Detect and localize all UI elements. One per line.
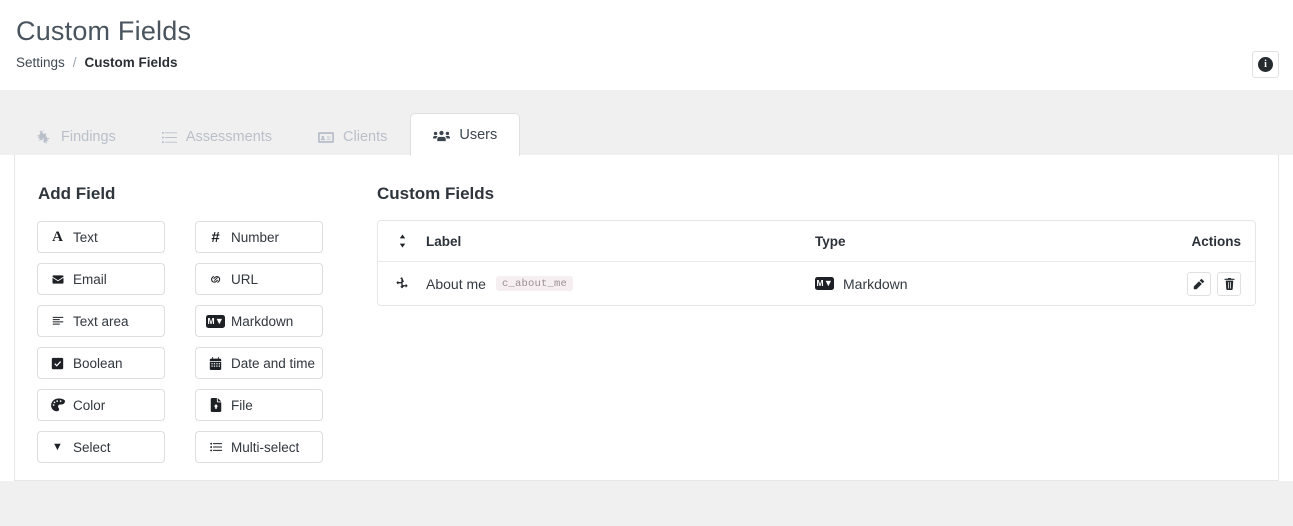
id-card-icon [318, 130, 335, 145]
breadcrumb-settings-link[interactable]: Settings [16, 54, 65, 72]
bug-icon [37, 129, 52, 145]
info-button[interactable]: i [1252, 51, 1279, 78]
envelope-icon [50, 274, 65, 285]
add-field-title: Add Field [38, 184, 116, 203]
table-header-label: Label [426, 233, 462, 249]
link-icon [208, 272, 223, 286]
add-field-select-label: Select [73, 439, 111, 455]
align-left-icon [50, 315, 65, 327]
page-title: Custom Fields [16, 16, 192, 46]
tab-assessments-label: Assessments [185, 128, 273, 145]
breadcrumb: Settings / Custom Fields [16, 54, 1277, 72]
edit-button[interactable] [1187, 271, 1211, 296]
table-cell-actions [1145, 271, 1255, 296]
add-field-markdown-button[interactable]: M ▼ Markdown [195, 305, 323, 337]
table-row: About me c_about_me M ▼ Markdown [378, 262, 1255, 305]
caret-down-icon: ▼ [52, 440, 63, 453]
tab-clients[interactable]: Clients [295, 116, 410, 156]
sort-icon[interactable] [378, 234, 426, 248]
add-field-multiselect-label: Multi-select [231, 439, 300, 455]
add-field-textarea-label: Text area [73, 313, 129, 329]
add-field-boolean-button[interactable]: Boolean [37, 347, 165, 379]
content-card: Add Field A Text # Number Email URL Text… [14, 155, 1279, 481]
add-field-email-button[interactable]: Email [37, 263, 165, 295]
tab-findings[interactable]: Findings [14, 116, 139, 156]
delete-button[interactable] [1217, 271, 1241, 296]
add-field-multiselect-button[interactable]: Multi-select [195, 431, 323, 463]
trash-icon [1223, 277, 1235, 290]
tab-findings-label: Findings [61, 128, 116, 145]
table-cell-label: About me c_about_me [426, 276, 815, 292]
add-field-file-button[interactable]: File [195, 389, 323, 421]
add-field-number-button[interactable]: # Number [195, 221, 323, 253]
users-icon [433, 129, 451, 143]
markdown-icon: M ▼ [815, 277, 834, 290]
page-footer [0, 481, 1293, 526]
tab-clients-label: Clients [343, 128, 388, 145]
add-field-datetime-button[interactable]: Date and time [195, 347, 323, 379]
tab-assessments[interactable]: Assessments [139, 116, 295, 156]
add-field-panel: Add Field A Text # Number Email URL Text… [37, 183, 347, 480]
page-header: Custom Fields Settings / Custom Fields i [0, 0, 1293, 90]
add-field-text-label: Text [73, 229, 98, 245]
add-field-color-button[interactable]: Color [37, 389, 165, 421]
custom-fields-table: Label Type Actions About me c_about_me M… [377, 220, 1256, 306]
file-upload-icon [208, 398, 223, 412]
breadcrumb-current: Custom Fields [84, 55, 178, 70]
add-field-color-label: Color [73, 397, 106, 413]
add-field-textarea-button[interactable]: Text area [37, 305, 165, 337]
add-field-select-button[interactable]: ▼ Select [37, 431, 165, 463]
list-ul-icon [208, 441, 223, 453]
palette-icon [50, 398, 65, 412]
add-field-markdown-label: Markdown [231, 313, 294, 329]
add-field-text-button[interactable]: A Text [37, 221, 165, 253]
add-field-number-label: Number [231, 229, 280, 245]
add-field-url-button[interactable]: URL [195, 263, 323, 295]
edit-icon [1193, 278, 1205, 290]
add-field-grid: A Text # Number Email URL Text area M ▼ … [37, 221, 347, 463]
table-cell-type: M ▼ Markdown [815, 276, 1145, 292]
add-field-url-label: URL [231, 271, 259, 287]
arrows-move-icon[interactable] [378, 276, 426, 291]
list-icon [161, 130, 177, 145]
breadcrumb-separator: / [72, 55, 77, 70]
info-circle-icon: i [1258, 57, 1273, 72]
add-field-file-label: File [231, 397, 253, 413]
font-icon: A [52, 228, 63, 245]
tab-users[interactable]: Users [410, 113, 521, 156]
markdown-icon: M ▼ [206, 314, 225, 328]
field-label-text: About me [426, 275, 486, 292]
field-type-text: Markdown [843, 275, 908, 292]
table-header-row: Label Type Actions [378, 221, 1255, 262]
tab-users-label: Users [459, 127, 498, 143]
add-field-datetime-label: Date and time [231, 355, 316, 371]
hashtag-icon: # [211, 228, 220, 246]
table-header-type: Type [815, 233, 846, 249]
add-field-email-label: Email [73, 271, 107, 287]
tab-strip: Findings Assessments Clients Users [0, 90, 1293, 156]
custom-fields-title: Custom Fields [377, 184, 495, 203]
check-square-icon [50, 357, 65, 370]
add-field-boolean-label: Boolean [73, 355, 123, 371]
table-header-actions: Actions [1191, 233, 1241, 249]
field-code-badge: c_about_me [495, 275, 573, 292]
calendar-icon [208, 356, 223, 370]
custom-fields-panel: Custom Fields Label Type Actions About m… [377, 183, 1256, 480]
